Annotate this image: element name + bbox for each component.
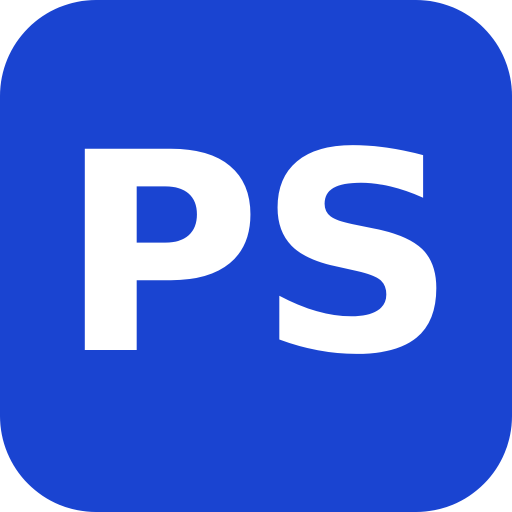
icon-letters: PS	[59, 95, 456, 416]
